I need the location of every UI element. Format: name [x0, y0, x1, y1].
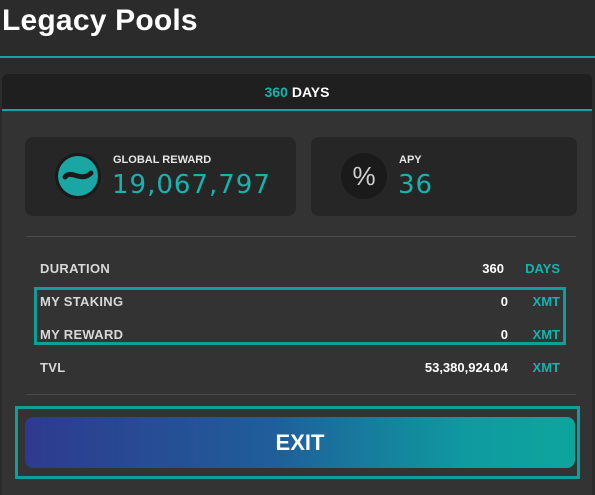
stats-divider-bottom	[26, 394, 576, 395]
my-reward-value: 0	[500, 327, 508, 342]
global-reward-label: GLOBAL REWARD	[113, 154, 212, 166]
my-reward-row: MY REWARD 0 XMT	[40, 327, 560, 347]
percent-glyph: %	[352, 161, 376, 191]
my-reward-unit: XMT	[532, 327, 560, 342]
duration-label: DURATION	[40, 261, 111, 276]
exit-button[interactable]: EXIT	[25, 417, 575, 468]
pool-panel: 360 DAYS GLOBAL REWARD 19,067,797 % APY 3…	[2, 74, 592, 495]
apy-card: % APY 36	[311, 137, 577, 216]
tvl-label: TVL	[40, 360, 66, 375]
apy-label: APY	[399, 154, 422, 166]
tab-duration-unit: DAYS	[291, 84, 330, 100]
my-staking-row: MY STAKING 0 XMT	[40, 294, 560, 314]
global-reward-value: 19,067,797	[112, 170, 271, 200]
stats-divider-top	[26, 236, 576, 237]
duration-value: 360	[482, 261, 504, 276]
duration-unit: DAYS	[525, 261, 560, 276]
my-staking-value: 0	[500, 294, 508, 309]
title-divider	[0, 56, 595, 58]
tab-duration[interactable]: 360 DAYS	[2, 74, 592, 111]
my-reward-label: MY REWARD	[40, 327, 124, 342]
global-reward-card: GLOBAL REWARD 19,067,797	[25, 137, 296, 216]
apy-value: 36	[398, 170, 434, 200]
page-title: Legacy Pools	[2, 4, 198, 37]
token-logo-icon	[55, 153, 101, 199]
tvl-value: 53,380,924.04	[424, 360, 508, 375]
my-staking-unit: XMT	[532, 294, 560, 309]
tvl-row: TVL 53,380,924.04 XMT	[40, 360, 560, 380]
percent-icon: %	[341, 153, 387, 199]
tab-duration-number: 360	[264, 84, 288, 100]
tvl-unit: XMT	[532, 360, 560, 375]
duration-row: DURATION 360 DAYS	[40, 261, 560, 281]
my-staking-label: MY STAKING	[40, 294, 124, 309]
